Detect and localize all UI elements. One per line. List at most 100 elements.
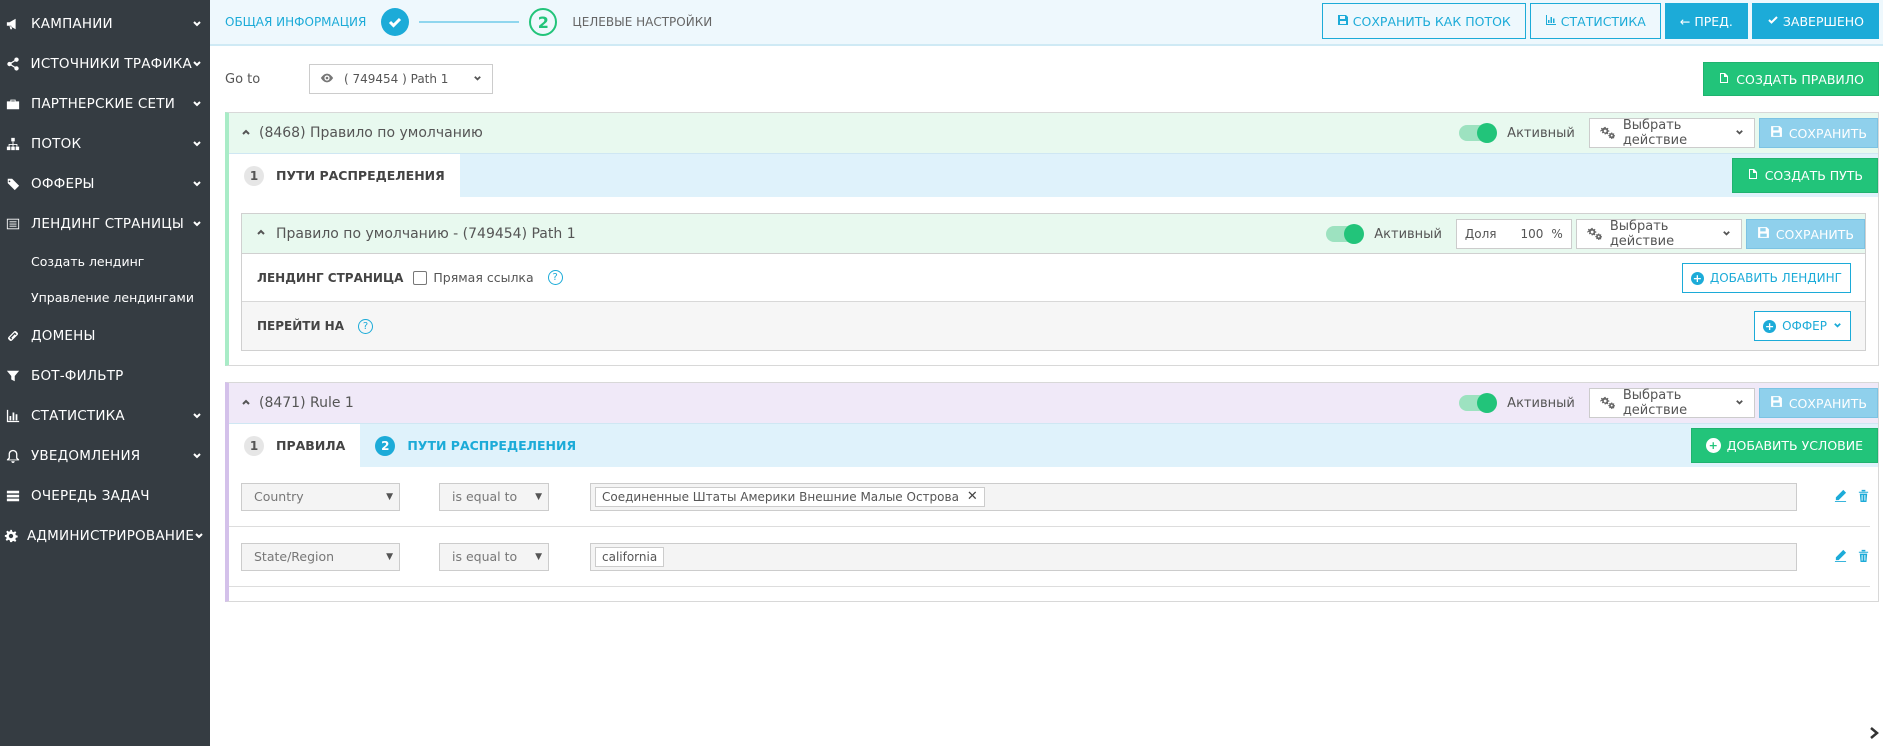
condition-operator-select[interactable]: is equal to ▼ bbox=[439, 482, 549, 511]
action-select[interactable]: Выбрать действие bbox=[1588, 388, 1755, 418]
file-icon bbox=[1747, 168, 1759, 183]
help-icon[interactable]: ? bbox=[358, 318, 374, 334]
rule-1: (8471) Rule 1 Активный Выбрать действие … bbox=[225, 382, 1879, 602]
sidebar-item-statistics[interactable]: СТАТИСТИКА bbox=[0, 396, 210, 436]
wizard-step-2-label: ЦЕЛЕВЫЕ НАСТРОЙКИ bbox=[572, 15, 713, 29]
plus-circle-icon: + bbox=[1763, 319, 1777, 333]
top-actions: СОХРАНИТЬ КАК ПОТОК СТАТИСТИКА ← ПРЕД. З… bbox=[1321, 3, 1879, 39]
goto-target-actions: + ОФФЕР bbox=[1754, 311, 1851, 341]
chevron-down-icon bbox=[1722, 227, 1731, 242]
prev-button[interactable]: ← ПРЕД. bbox=[1664, 3, 1748, 39]
list-alt-icon bbox=[4, 215, 22, 233]
tab-distribution-paths[interactable]: 2 ПУТИ РАСПРЕДЕЛЕНИЯ bbox=[360, 424, 591, 467]
active-toggle[interactable] bbox=[1326, 224, 1365, 244]
help-icon[interactable]: ? bbox=[547, 270, 563, 285]
tab-distribution-paths[interactable]: 1 ПУТИ РАСПРЕДЕЛЕНИЯ bbox=[229, 154, 460, 197]
active-toggle[interactable] bbox=[1459, 393, 1498, 413]
save-as-flow-button[interactable]: СОХРАНИТЬ КАК ПОТОК bbox=[1321, 3, 1526, 39]
file-icon bbox=[1718, 72, 1730, 87]
chevron-down-icon bbox=[192, 59, 202, 69]
save-as-flow-label: СОХРАНИТЬ КАК ПОТОК bbox=[1352, 13, 1511, 29]
active-toggle[interactable] bbox=[1459, 123, 1498, 143]
condition-field-select[interactable]: Country ▼ bbox=[241, 482, 400, 511]
chevron-right-icon[interactable] bbox=[1867, 726, 1881, 744]
pencil-icon[interactable] bbox=[1834, 549, 1847, 566]
sidebar-item-label: ПОТОК bbox=[31, 136, 82, 152]
sidebar-subitem-create-landing[interactable]: Создать лендинг bbox=[0, 244, 210, 280]
share-input[interactable]: Доля 100 % bbox=[1455, 219, 1572, 249]
tab-rules[interactable]: 1 ПРАВИЛА bbox=[229, 424, 361, 467]
save-rule-button[interactable]: СОХРАНИТЬ bbox=[1758, 388, 1878, 418]
condition-field-select[interactable]: State/Region ▼ bbox=[241, 542, 400, 571]
gears-icon bbox=[1599, 124, 1615, 143]
action-select[interactable]: Выбрать действие bbox=[1588, 118, 1755, 148]
sidebar-item-affiliate-networks[interactable]: ПАРТНЕРСКИЕ СЕТИ bbox=[0, 84, 210, 124]
create-path-button[interactable]: СОЗДАТЬ ПУТЬ bbox=[1731, 158, 1878, 193]
path-header: Правило по умолчанию - (749454) Path 1 А… bbox=[242, 214, 1865, 254]
goto-select[interactable]: ( 749454 ) Path 1 bbox=[309, 64, 493, 94]
sidebar-item-administration[interactable]: АДМИНИСТРИРОВАНИЕ bbox=[0, 516, 210, 556]
sidebar-item-label: ОЧЕРЕДЬ ЗАДАЧ bbox=[31, 488, 150, 504]
save-label: СОХРАНИТЬ bbox=[1788, 125, 1867, 141]
active-label: Активный bbox=[1374, 226, 1442, 242]
caret-down-icon: ▼ bbox=[535, 551, 542, 562]
condition-operator-select[interactable]: is equal to ▼ bbox=[439, 542, 549, 571]
condition-row: Country ▼ is equal to ▼ Соединенные Штат… bbox=[229, 467, 1870, 527]
sidebar-item-flow[interactable]: ПОТОК bbox=[0, 124, 210, 164]
tags-icon bbox=[4, 175, 22, 193]
rule-default: (8468) Правило по умолчанию Активный Выб… bbox=[225, 112, 1879, 366]
pencil-icon[interactable] bbox=[1834, 489, 1847, 506]
chevron-down-icon bbox=[192, 99, 202, 109]
save-rule-button[interactable]: СОХРАНИТЬ bbox=[1758, 118, 1878, 148]
sidebar-item-notifications[interactable]: УВЕДОМЛЕНИЯ bbox=[0, 436, 210, 476]
condition-value-input[interactable]: Соединенные Штаты Америки Внешние Малые … bbox=[590, 482, 1797, 511]
sidebar-item-domains[interactable]: ДОМЕНЫ bbox=[0, 316, 210, 356]
caret-down-icon: ▼ bbox=[386, 491, 393, 502]
direct-link-checkbox[interactable] bbox=[413, 270, 428, 285]
sidebar-item-label: СТАТИСТИКА bbox=[31, 408, 125, 424]
chevron-up-icon[interactable] bbox=[256, 226, 266, 241]
trash-icon[interactable] bbox=[1857, 549, 1870, 566]
rule-panel-body: Правило по умолчанию - (749454) Path 1 А… bbox=[229, 197, 1878, 365]
filter-icon bbox=[4, 367, 22, 385]
trash-icon[interactable] bbox=[1857, 489, 1870, 506]
save-label: СОХРАНИТЬ bbox=[1775, 226, 1854, 242]
wizard-step-1-check-icon[interactable] bbox=[381, 8, 410, 36]
offer-dropdown-button[interactable]: + ОФФЕР bbox=[1754, 311, 1851, 341]
chevron-down-icon bbox=[1735, 126, 1744, 141]
add-condition-button[interactable]: + ДОБАВИТЬ УСЛОВИЕ bbox=[1690, 428, 1878, 463]
done-button[interactable]: ЗАВЕРШЕНО bbox=[1751, 3, 1879, 39]
goto-target-row: ПЕРЕЙТИ НА ? + ОФФЕР bbox=[242, 302, 1865, 350]
condition-field-value: Country bbox=[254, 489, 304, 504]
main-content: ОБЩАЯ ИНФОРМАЦИЯ 2 ЦЕЛЕВЫЕ НАСТРОЙКИ СОХ… bbox=[210, 0, 1883, 746]
sidebar-item-landing-pages[interactable]: ЛЕНДИНГ СТРАНИЦЫ bbox=[0, 204, 210, 244]
chevron-up-icon[interactable] bbox=[241, 126, 251, 141]
active-label: Активный bbox=[1507, 395, 1575, 411]
chevron-down-icon bbox=[194, 531, 204, 541]
save-path-button[interactable]: СОХРАНИТЬ bbox=[1745, 219, 1865, 249]
action-select[interactable]: Выбрать действие bbox=[1575, 219, 1742, 249]
plus-circle-icon: + bbox=[1690, 271, 1704, 285]
create-rule-button[interactable]: СОЗДАТЬ ПРАВИЛО bbox=[1703, 62, 1879, 96]
add-condition-label: ДОБАВИТЬ УСЛОВИЕ bbox=[1726, 438, 1863, 453]
sidebar-subitem-manage-landings[interactable]: Управление лендингами bbox=[0, 280, 210, 316]
sidebar-item-campaigns[interactable]: КАМПАНИИ bbox=[0, 4, 210, 44]
share-label: Доля bbox=[1464, 227, 1497, 241]
floppy-icon bbox=[1337, 14, 1349, 29]
sidebar-item-traffic-sources[interactable]: ИСТОЧНИКИ ТРАФИКА bbox=[0, 44, 210, 84]
close-icon[interactable]: ✕ bbox=[967, 489, 978, 504]
sidebar-item-task-queue[interactable]: ОЧЕРЕДЬ ЗАДАЧ bbox=[0, 476, 210, 516]
value-tag-text: Соединенные Штаты Америки Внешние Малые … bbox=[602, 489, 959, 504]
condition-value-input[interactable]: california bbox=[590, 542, 1797, 571]
rule-tabs: 1 ПРАВИЛА 2 ПУТИ РАСПРЕДЕЛЕНИЯ + ДОБАВИТ… bbox=[229, 423, 1878, 467]
chevron-up-icon[interactable] bbox=[241, 396, 251, 411]
sidebar-item-bot-filter[interactable]: БОТ-ФИЛЬТР bbox=[0, 356, 210, 396]
bell-icon bbox=[4, 447, 22, 465]
statistics-button[interactable]: СТАТИСТИКА bbox=[1529, 3, 1661, 39]
tab-label: ПУТИ РАСПРЕДЕЛЕНИЯ bbox=[407, 438, 577, 453]
sidebar-item-offers[interactable]: ОФФЕРЫ bbox=[0, 164, 210, 204]
wizard-step-1-label[interactable]: ОБЩАЯ ИНФОРМАЦИЯ bbox=[225, 15, 366, 29]
chevron-down-icon bbox=[192, 139, 202, 149]
add-landing-button[interactable]: + ДОБАВИТЬ ЛЕНДИНГ bbox=[1681, 263, 1851, 293]
save-label: СОХРАНИТЬ bbox=[1788, 395, 1867, 411]
